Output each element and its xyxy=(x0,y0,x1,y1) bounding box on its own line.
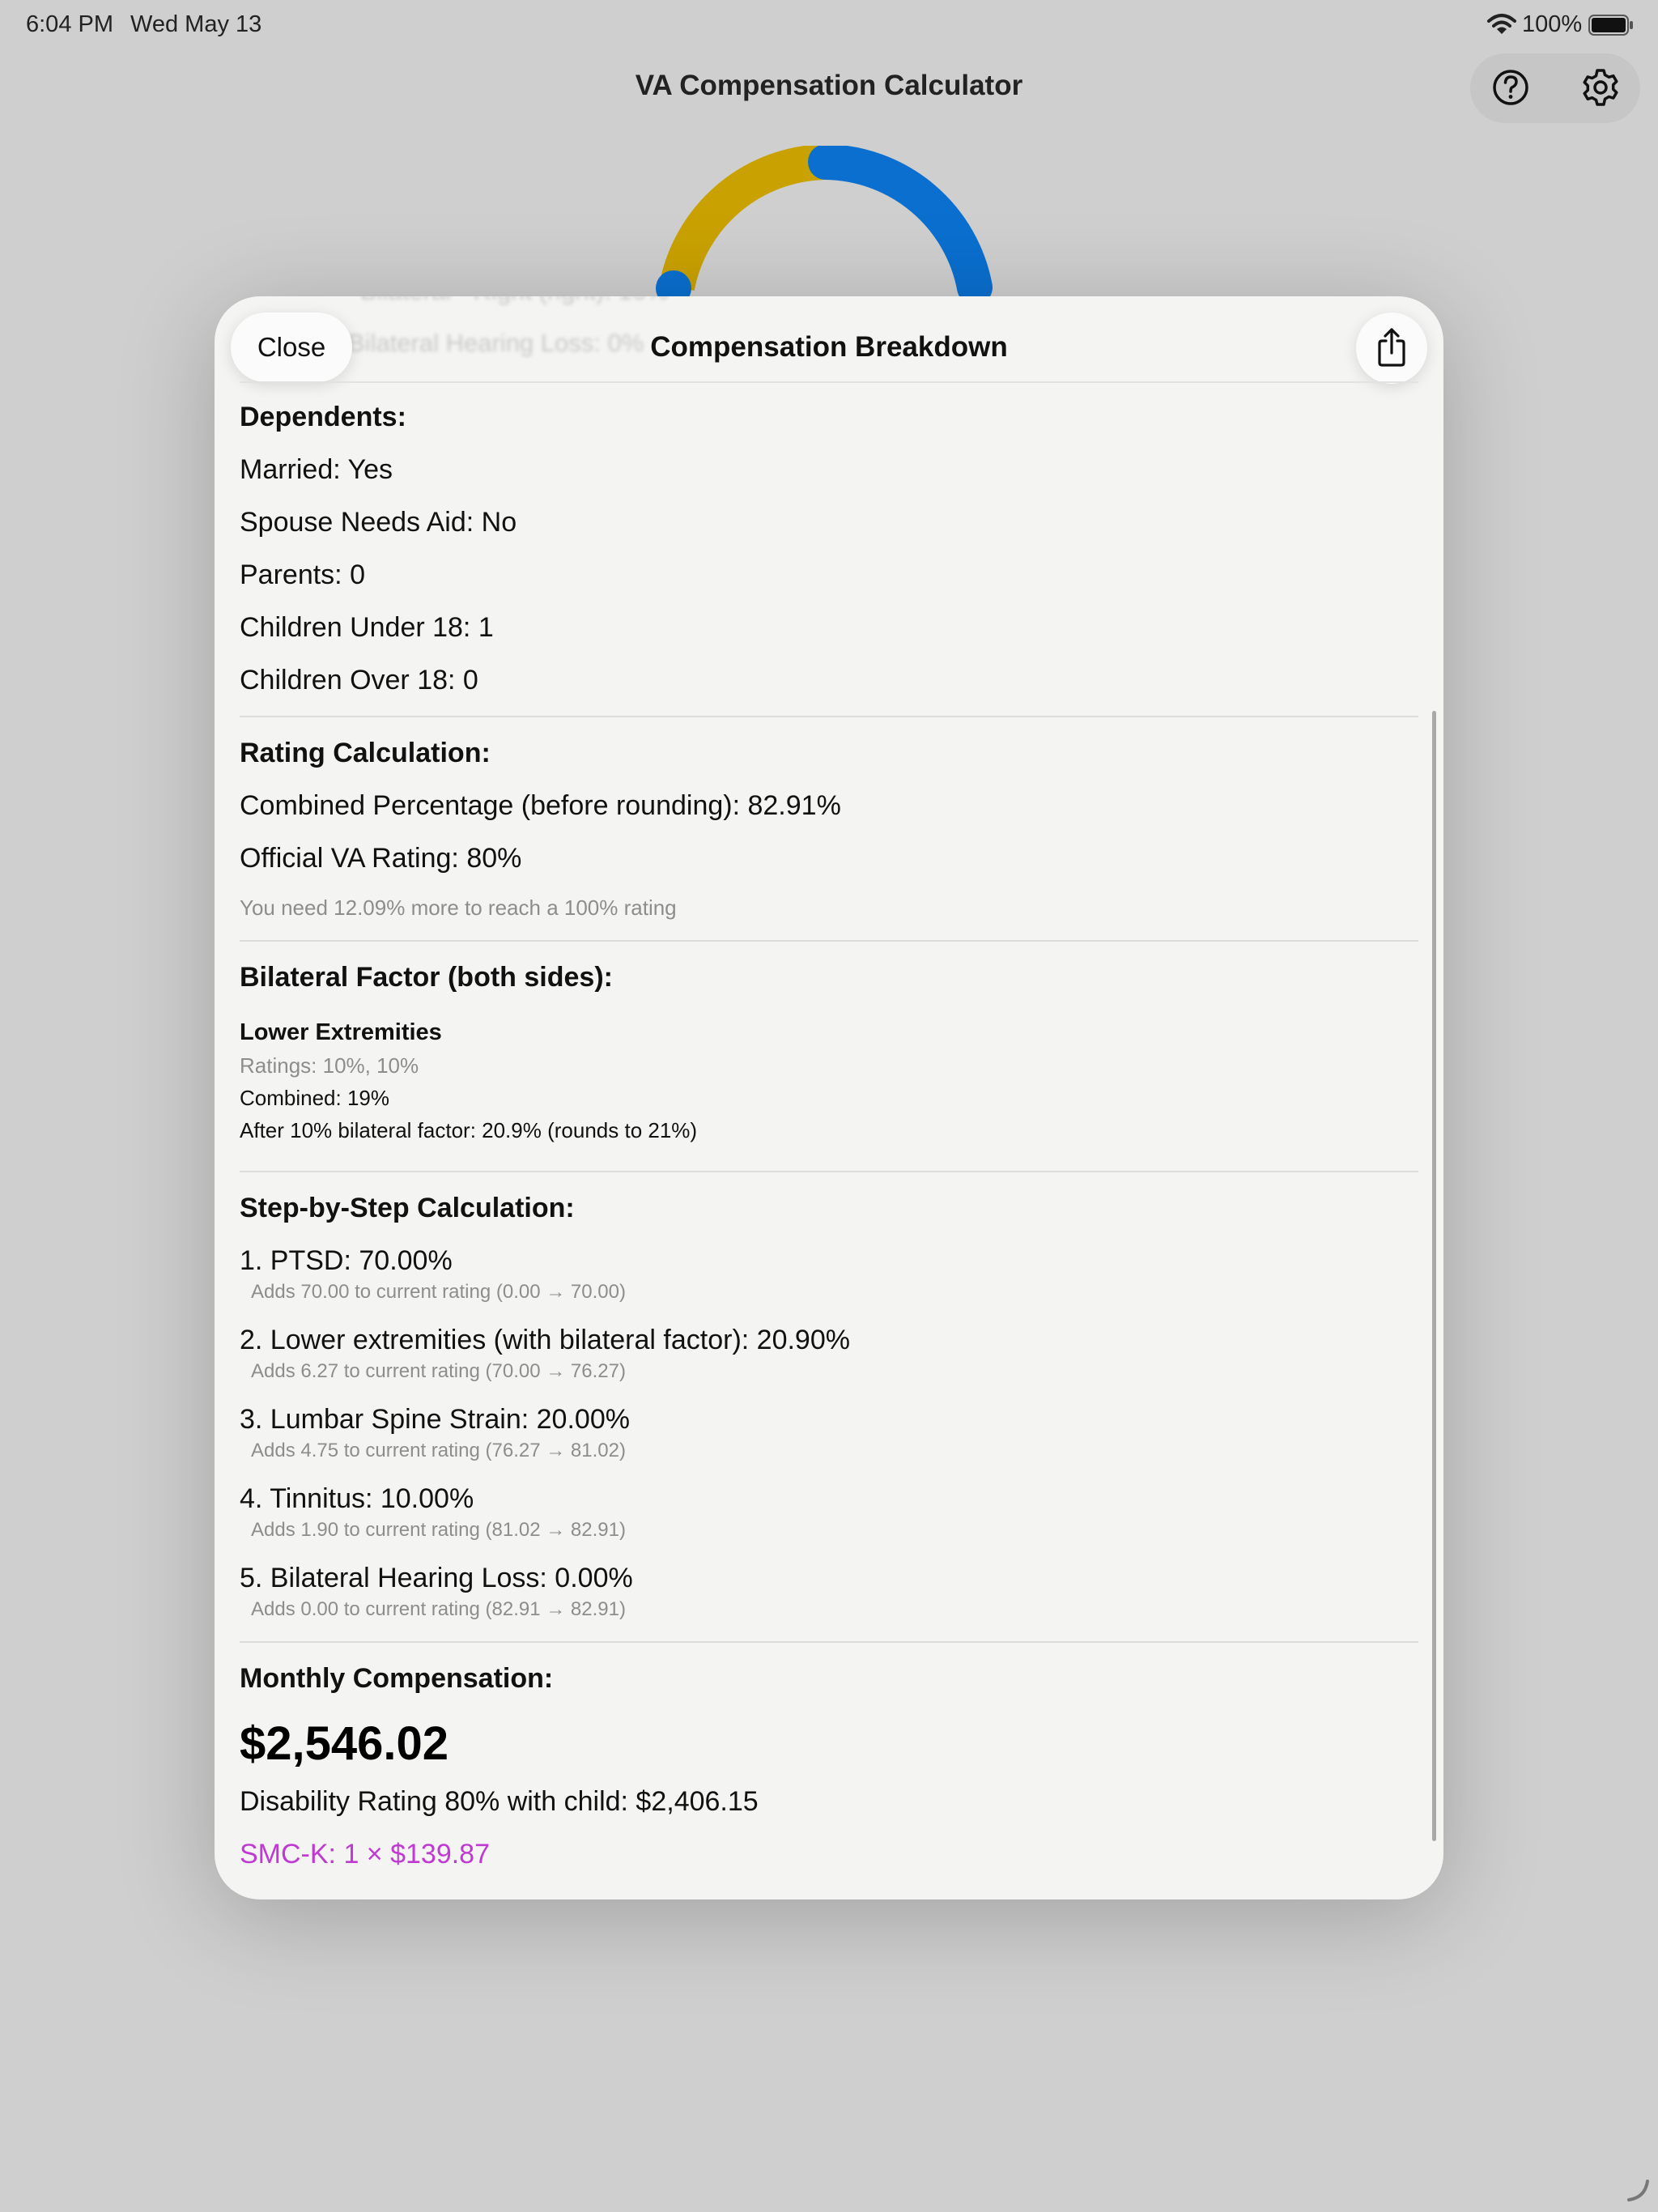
official-va-rating: Official VA Rating: 80% xyxy=(240,843,522,874)
gauge-segment-gold xyxy=(659,146,827,291)
status-time: 6:04 PM xyxy=(26,11,113,37)
monthly-total: $2,546.02 xyxy=(240,1717,449,1770)
resize-grip-icon xyxy=(1627,2180,1649,2201)
status-bar: 6:04 PM Wed May 13 100% xyxy=(0,0,1658,52)
bilateral-after-factor: After 10% bilateral factor: 20.9% (round… xyxy=(240,1118,698,1142)
wifi-icon xyxy=(1487,14,1516,34)
section-divider xyxy=(240,940,1418,942)
rating-heading: Rating Calculation: xyxy=(240,738,491,768)
sheet-header: Close Compensation Breakdown xyxy=(215,296,1443,384)
bilateral-group-title: Lower Extremities xyxy=(240,1019,442,1045)
step-detail: Adds 70.00 to current rating (0.00 → 70.… xyxy=(251,1281,626,1303)
rating-note: You need 12.09% more to reach a 100% rat… xyxy=(240,895,677,920)
dependent-spouse-aid: Spouse Needs Aid: No xyxy=(240,507,517,538)
section-divider xyxy=(240,716,1418,717)
monthly-base-rate: Disability Rating 80% with child: $2,406… xyxy=(240,1786,759,1817)
scrollbar[interactable] xyxy=(1432,711,1436,1841)
app-title: VA Compensation Calculator xyxy=(635,70,1023,101)
battery-percent: 100% xyxy=(1522,11,1583,37)
header-divider xyxy=(240,381,1418,383)
step-detail: Adds 0.00 to current rating (82.91 → 82.… xyxy=(251,1598,626,1620)
bilateral-ratings: Ratings: 10%, 10% xyxy=(240,1053,419,1078)
help-icon[interactable] xyxy=(1486,63,1535,112)
step-label: 3. Lumbar Spine Strain: 20.00% xyxy=(240,1404,630,1435)
dependents-heading: Dependents: xyxy=(240,402,406,432)
compensation-breakdown-sheet: Bilateral · Right (right): 10% Bilateral… xyxy=(215,296,1443,1899)
share-button[interactable] xyxy=(1356,313,1427,384)
step-detail: Adds 1.90 to current rating (81.02 → 82.… xyxy=(251,1519,626,1541)
dependent-children-under-18: Children Under 18: 1 xyxy=(240,612,494,643)
step-label: 5. Bilateral Hearing Loss: 0.00% xyxy=(240,1563,633,1593)
dependent-children-over-18: Children Over 18: 0 xyxy=(240,665,478,696)
monthly-heading: Monthly Compensation: xyxy=(240,1663,554,1694)
smc-k-line: SMC-K: 1 × $139.87 xyxy=(240,1839,491,1870)
gear-icon[interactable] xyxy=(1576,63,1625,112)
status-date: Wed May 13 xyxy=(130,11,262,37)
gauge-segment-blue xyxy=(808,146,993,305)
combined-percentage: Combined Percentage (before rounding): 8… xyxy=(240,790,841,821)
bilateral-combined: Combined: 19% xyxy=(240,1086,389,1110)
section-divider xyxy=(240,1171,1418,1172)
step-detail: Adds 6.27 to current rating (70.00 → 76.… xyxy=(251,1360,626,1382)
dependent-parents: Parents: 0 xyxy=(240,559,365,590)
steps-heading: Step-by-Step Calculation: xyxy=(240,1193,575,1223)
bilateral-heading: Bilateral Factor (both sides): xyxy=(240,962,613,993)
step-label: 4. Tinnitus: 10.00% xyxy=(240,1483,474,1514)
step-label: 1. PTSD: 70.00% xyxy=(240,1245,453,1276)
section-divider xyxy=(240,1641,1418,1643)
rating-gauge xyxy=(631,146,1020,308)
step-detail: Adds 4.75 to current rating (76.27 → 81.… xyxy=(251,1440,626,1461)
step-label: 2. Lower extremities (with bilateral fac… xyxy=(240,1325,850,1355)
battery-icon xyxy=(1588,15,1633,36)
sheet-title: Compensation Breakdown xyxy=(650,331,1008,363)
share-icon xyxy=(1378,328,1405,367)
dependent-married: Married: Yes xyxy=(240,454,393,485)
